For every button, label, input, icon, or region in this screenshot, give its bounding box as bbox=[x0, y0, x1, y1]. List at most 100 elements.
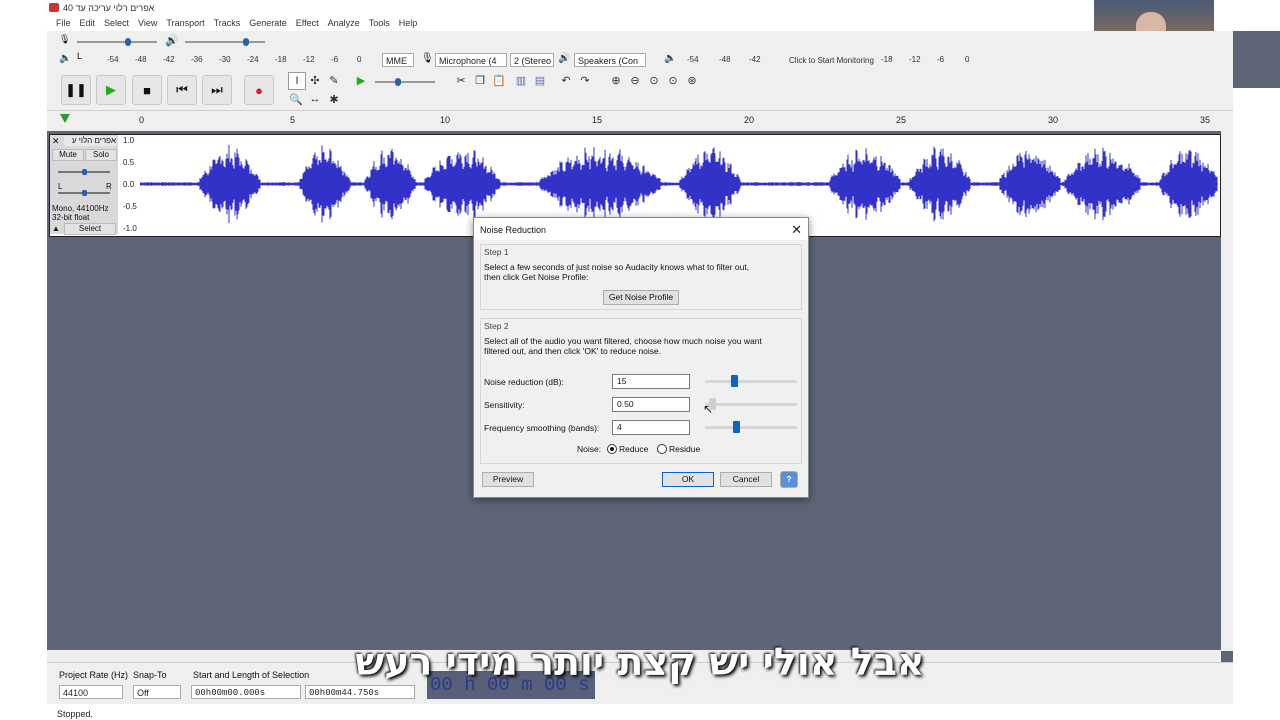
zoom-out-icon: ⊖ bbox=[630, 74, 640, 87]
envelope-tool[interactable]: ✣ bbox=[307, 72, 323, 88]
help-button[interactable]: ? bbox=[780, 471, 798, 488]
magnifier-icon: 🔍 bbox=[289, 93, 303, 106]
menu-effect[interactable]: Effect bbox=[296, 18, 319, 28]
pause-button[interactable]: ❚❚ bbox=[61, 75, 91, 105]
zoom-tool[interactable]: 🔍 bbox=[288, 91, 304, 107]
channels-select[interactable]: 2 (Stereo bbox=[510, 53, 554, 67]
menu-bar: File Edit Select View Transport Tracks Generat… bbox=[47, 16, 1075, 31]
noise-reduction-slider[interactable] bbox=[705, 375, 797, 387]
fit-selection-button[interactable]: ⊙ bbox=[646, 72, 662, 88]
draw-tool[interactable]: ✎ bbox=[326, 72, 342, 88]
slider-thumb[interactable] bbox=[730, 375, 738, 387]
meter-tick: -48 bbox=[719, 55, 731, 64]
trim-button[interactable]: ▥ bbox=[513, 72, 529, 88]
sensitivity-slider[interactable] bbox=[705, 398, 797, 410]
redo-button[interactable]: ↷ bbox=[577, 72, 593, 88]
vertical-scrollbar[interactable] bbox=[1221, 131, 1233, 651]
menu-edit[interactable]: Edit bbox=[80, 18, 96, 28]
play-head-marker-icon[interactable] bbox=[60, 114, 70, 123]
recording-volume-slider[interactable] bbox=[77, 38, 157, 46]
selection-tool[interactable]: I bbox=[288, 72, 306, 90]
play-speed-slider[interactable] bbox=[375, 78, 435, 86]
dialog-title: Noise Reduction bbox=[480, 225, 547, 235]
ok-button[interactable]: OK bbox=[662, 472, 714, 487]
cancel-button[interactable]: Cancel bbox=[720, 472, 772, 487]
menu-analyze[interactable]: Analyze bbox=[328, 18, 360, 28]
zoom-out-button[interactable]: ⊖ bbox=[627, 72, 643, 88]
redo-icon: ↷ bbox=[580, 74, 590, 87]
undo-button[interactable]: ↶ bbox=[558, 72, 574, 88]
collapse-icon[interactable]: ▲ bbox=[52, 224, 60, 233]
menu-tracks[interactable]: Tracks bbox=[214, 18, 241, 28]
mute-button[interactable]: Mute bbox=[52, 149, 84, 161]
speakers-select[interactable]: Speakers (Con bbox=[574, 53, 646, 67]
skip-end-icon: ⏭ bbox=[211, 82, 223, 97]
track-control-panel: ✕ אפרים הלוי ע Mute Solo L R Mono, 44100… bbox=[50, 135, 119, 235]
menu-transport[interactable]: Transport bbox=[166, 18, 204, 28]
pan-left-label: L bbox=[58, 182, 63, 191]
meter-l-label: L bbox=[77, 51, 83, 61]
multi-tool[interactable]: ✱ bbox=[326, 91, 342, 107]
time-shift-tool[interactable]: ↔ bbox=[307, 91, 323, 107]
copy-icon: ❐ bbox=[475, 74, 485, 87]
timeline-ruler[interactable]: 0 5 10 15 20 25 30 35 bbox=[47, 111, 1233, 132]
freq-smoothing-input[interactable]: 4 bbox=[612, 420, 690, 435]
track-select-button[interactable]: Select bbox=[64, 223, 116, 235]
zoom-in-icon: ⊕ bbox=[611, 74, 621, 87]
zoom-toggle-button[interactable]: ⊛ bbox=[684, 72, 700, 88]
silence-button[interactable]: ▤ bbox=[532, 72, 548, 88]
reduce-radio[interactable] bbox=[607, 444, 617, 454]
playback-meter[interactable]: -54 -48 -42 Click to Start Monitoring -1… bbox=[687, 55, 977, 65]
menu-file[interactable]: File bbox=[56, 18, 71, 28]
project-rate-select[interactable]: 44100 bbox=[59, 685, 123, 699]
stop-button[interactable]: ■ bbox=[132, 75, 162, 105]
preview-button[interactable]: Preview bbox=[482, 472, 534, 487]
play-button[interactable]: ▶ bbox=[96, 75, 126, 105]
residue-radio[interactable] bbox=[657, 444, 667, 454]
freq-smoothing-slider[interactable] bbox=[705, 421, 797, 433]
paste-button[interactable]: 📋 bbox=[491, 72, 507, 88]
track-name-menu[interactable]: אפרים הלוי ע bbox=[64, 136, 116, 146]
slider-thumb[interactable] bbox=[733, 421, 741, 433]
record-button[interactable]: ● bbox=[244, 75, 274, 105]
pan-slider[interactable] bbox=[58, 190, 110, 196]
cut-button[interactable]: ✂ bbox=[453, 72, 469, 88]
get-noise-profile-button[interactable]: Get Noise Profile bbox=[603, 290, 679, 305]
pan-right-label: R bbox=[106, 182, 112, 191]
scale-label: 0.5 bbox=[123, 158, 135, 167]
meter-tick: -6 bbox=[937, 55, 945, 64]
play-at-speed-button[interactable]: ▶ bbox=[353, 72, 369, 88]
noise-reduction-input[interactable]: 15 bbox=[612, 374, 690, 389]
skip-start-button[interactable]: ⏮ bbox=[167, 75, 197, 105]
menu-generate[interactable]: Generate bbox=[249, 18, 287, 28]
skip-end-button[interactable]: ⏭ bbox=[202, 75, 232, 105]
meter-tick: -54 bbox=[687, 55, 699, 64]
menu-help[interactable]: Help bbox=[399, 18, 418, 28]
zoom-in-button[interactable]: ⊕ bbox=[608, 72, 624, 88]
snap-to-select[interactable]: Off bbox=[133, 685, 181, 699]
speaker-icon: 🔈 bbox=[59, 53, 72, 64]
host-select[interactable]: MME bbox=[382, 53, 414, 67]
meter-tick: -12 bbox=[909, 55, 921, 64]
microphone-select[interactable]: Microphone (4 bbox=[435, 53, 507, 67]
zoom-toggle-icon: ⊛ bbox=[687, 74, 697, 87]
selection-start-field[interactable]: 00h00m00.000s bbox=[191, 685, 301, 699]
menu-tools[interactable]: Tools bbox=[369, 18, 390, 28]
gain-slider[interactable] bbox=[58, 169, 110, 175]
solo-button[interactable]: Solo bbox=[85, 149, 117, 161]
copy-button[interactable]: ❐ bbox=[472, 72, 488, 88]
menu-view[interactable]: View bbox=[138, 18, 157, 28]
selection-length-field[interactable]: 00h00m44.750s bbox=[305, 685, 415, 699]
menu-select[interactable]: Select bbox=[104, 18, 129, 28]
playback-volume-slider[interactable] bbox=[185, 38, 265, 46]
step1-text-1: Select a few seconds of just noise so Au… bbox=[484, 262, 750, 272]
fit-project-button[interactable]: ⊙ bbox=[665, 72, 681, 88]
recording-meter[interactable]: -54 -48 -42 -36 -30 -24 -18 -12 -6 0 bbox=[107, 55, 361, 65]
click-to-monitor[interactable]: Click to Start Monitoring bbox=[789, 56, 874, 65]
trim-icon: ▥ bbox=[515, 74, 527, 87]
ruler-tick: 5 bbox=[290, 115, 296, 125]
track-close-icon[interactable]: ✕ bbox=[52, 136, 60, 147]
close-icon[interactable]: ✕ bbox=[791, 222, 802, 238]
sensitivity-label: Sensitivity: bbox=[484, 400, 525, 410]
sensitivity-input[interactable]: 0.50 bbox=[612, 397, 690, 412]
